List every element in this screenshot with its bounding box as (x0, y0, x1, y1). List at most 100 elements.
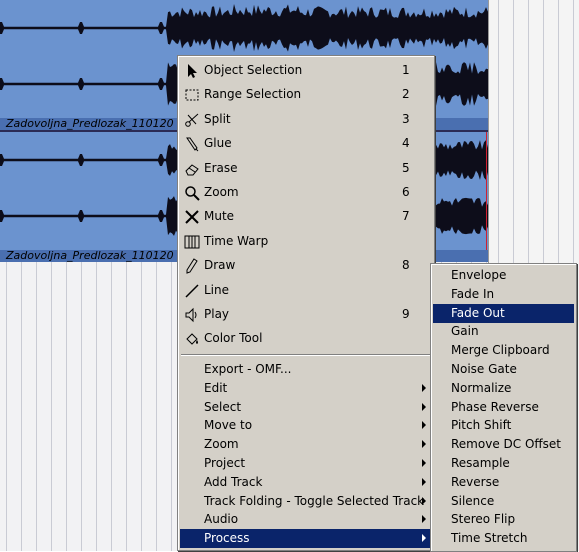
menu-item-play[interactable]: Play 9 (180, 305, 432, 324)
submenu-item-pitch-shift[interactable]: Pitch Shift (433, 416, 574, 435)
shortcut-key: 5 (402, 160, 410, 175)
submenu-item-label: Envelope (451, 268, 507, 282)
menu-item-range-selection[interactable]: Range Selection 2 (180, 85, 432, 104)
menu-item-label: Split (204, 111, 231, 126)
shortcut-key: 8 (402, 258, 410, 273)
submenu-item-merge-clipboard[interactable]: Merge Clipboard (433, 341, 574, 360)
menu-item-label: Audio (204, 512, 239, 527)
submenu-item-noise-gate[interactable]: Noise Gate (433, 360, 574, 379)
grid-line (171, 262, 172, 551)
submenu-item-label: Noise Gate (451, 362, 517, 376)
submenu-item-silence[interactable]: Silence (433, 492, 574, 511)
menu-item-mute[interactable]: Mute 7 (180, 207, 432, 226)
menu-item-label: Color Tool (204, 331, 263, 346)
glue-tube-icon (184, 136, 200, 152)
menu-item-object-selection[interactable]: Object Selection 1 (180, 61, 432, 80)
submenu-item-label: Gain (451, 324, 479, 339)
submenu-item-fade-out[interactable]: Fade Out (433, 303, 574, 323)
submenu-arrow-icon (422, 459, 426, 467)
menu-item-split[interactable]: Split 3 (180, 110, 432, 129)
speaker-icon (184, 307, 200, 323)
menu-item-label: Play (204, 307, 230, 321)
menu-item-export-omf[interactable]: Export - OMF... (180, 360, 432, 379)
submenu-item-reverse[interactable]: Reverse (433, 473, 574, 492)
menu-item-glue[interactable]: Glue 4 (180, 134, 432, 153)
menu-item-label: Edit (204, 380, 228, 395)
menu-item-label: Move to (204, 418, 253, 433)
process-submenu: Envelope Fade In Fade Out Gain Merge Clipboa… (430, 263, 577, 552)
menu-item-label: Glue (204, 136, 232, 151)
menu-item-project[interactable]: Project (180, 454, 432, 473)
submenu-arrow-icon (422, 534, 426, 543)
menu-item-label: Mute (204, 209, 235, 224)
submenu-item-label: Pitch Shift (451, 418, 512, 433)
submenu-item-label: Resample (451, 456, 510, 470)
submenu-arrow-icon (422, 515, 426, 524)
arrow-pointer-icon (184, 63, 200, 79)
submenu-item-resample[interactable]: Resample (433, 454, 574, 473)
range-selection-icon (184, 87, 200, 103)
submenu-item-envelope[interactable]: Envelope (433, 266, 574, 285)
submenu-item-label: Reverse (451, 474, 500, 489)
menu-item-erase[interactable]: Erase 5 (180, 159, 432, 178)
submenu-item-label: Time Stretch (451, 531, 528, 546)
shortcut-key: 4 (402, 136, 410, 151)
shortcut-key: 7 (402, 209, 410, 224)
submenu-item-label: Remove DC Offset (451, 437, 561, 452)
menu-item-label: Add Track (204, 474, 263, 489)
grid-line (156, 262, 157, 551)
menu-item-label: Line (204, 282, 230, 297)
grid-line (21, 262, 22, 551)
menu-item-zoom[interactable]: Zoom (180, 435, 432, 454)
submenu-item-time-stretch[interactable]: Time Stretch (433, 529, 574, 548)
submenu-arrow-icon (422, 402, 426, 411)
time-warp-icon (184, 234, 200, 250)
clip-end-line (486, 132, 487, 250)
menu-item-draw[interactable]: Draw 8 (180, 256, 432, 275)
menu-item-label: Track Folding - Toggle Selected Track (204, 493, 425, 508)
menu-item-label: Select (204, 399, 242, 414)
menu-item-label: Zoom (204, 185, 239, 199)
submenu-item-fade-in[interactable]: Fade In (433, 285, 574, 304)
menu-item-label: Process (204, 531, 250, 546)
menu-item-label: Export - OMF... (204, 362, 292, 376)
submenu-item-label: Phase Reverse (451, 399, 539, 414)
menu-item-process[interactable]: Process (180, 529, 432, 549)
menu-item-audio[interactable]: Audio (180, 510, 432, 529)
shortcut-key: 6 (402, 185, 410, 199)
menu-item-zoom[interactable]: Zoom 6 (180, 183, 432, 202)
menu-item-move-to[interactable]: Move to (180, 416, 432, 435)
submenu-item-label: Stereo Flip (451, 512, 516, 527)
menu-item-label: Project (204, 456, 246, 470)
scissors-icon (184, 112, 200, 128)
menu-item-time-warp[interactable]: Time Warp (180, 232, 432, 251)
shortcut-key: 1 (402, 63, 410, 77)
submenu-item-phase-reverse[interactable]: Phase Reverse (433, 398, 574, 417)
clip-name-lower: Zadovoljna_Predlozak_110120 (6, 249, 174, 262)
grid-line (111, 262, 112, 551)
submenu-item-label: Fade In (451, 286, 495, 301)
clip-name-upper: Zadovoljna_Predlozak_110120 (6, 117, 174, 130)
submenu-item-gain[interactable]: Gain (433, 322, 574, 341)
grid-line (51, 262, 52, 551)
pencil-icon (184, 258, 200, 274)
grid-line (6, 262, 7, 551)
menu-item-edit[interactable]: Edit (180, 379, 432, 398)
menu-item-color-tool[interactable]: Color Tool (180, 329, 432, 348)
grid-line (141, 262, 142, 551)
menu-item-track-folding-toggle-selected-track[interactable]: Track Folding - Toggle Selected Track (180, 492, 432, 511)
submenu-arrow-icon (422, 477, 426, 486)
menu-item-label: Zoom (204, 437, 239, 452)
submenu-item-normalize[interactable]: Normalize (433, 379, 574, 398)
submenu-item-stereo-flip[interactable]: Stereo Flip (433, 510, 574, 529)
context-menu: Object Selection 1 Range Selection 2 Split 3 G… (177, 55, 435, 551)
submenu-item-label: Fade Out (451, 305, 505, 320)
menu-item-select[interactable]: Select (180, 398, 432, 417)
grid-line (81, 262, 82, 551)
submenu-item-remove-dc-offset[interactable]: Remove DC Offset (433, 435, 574, 454)
menu-item-add-track[interactable]: Add Track (180, 473, 432, 492)
shortcut-key: 3 (402, 111, 410, 126)
submenu-arrow-icon (422, 421, 426, 430)
menu-item-line[interactable]: Line (180, 281, 432, 300)
menu-separator (181, 354, 431, 356)
